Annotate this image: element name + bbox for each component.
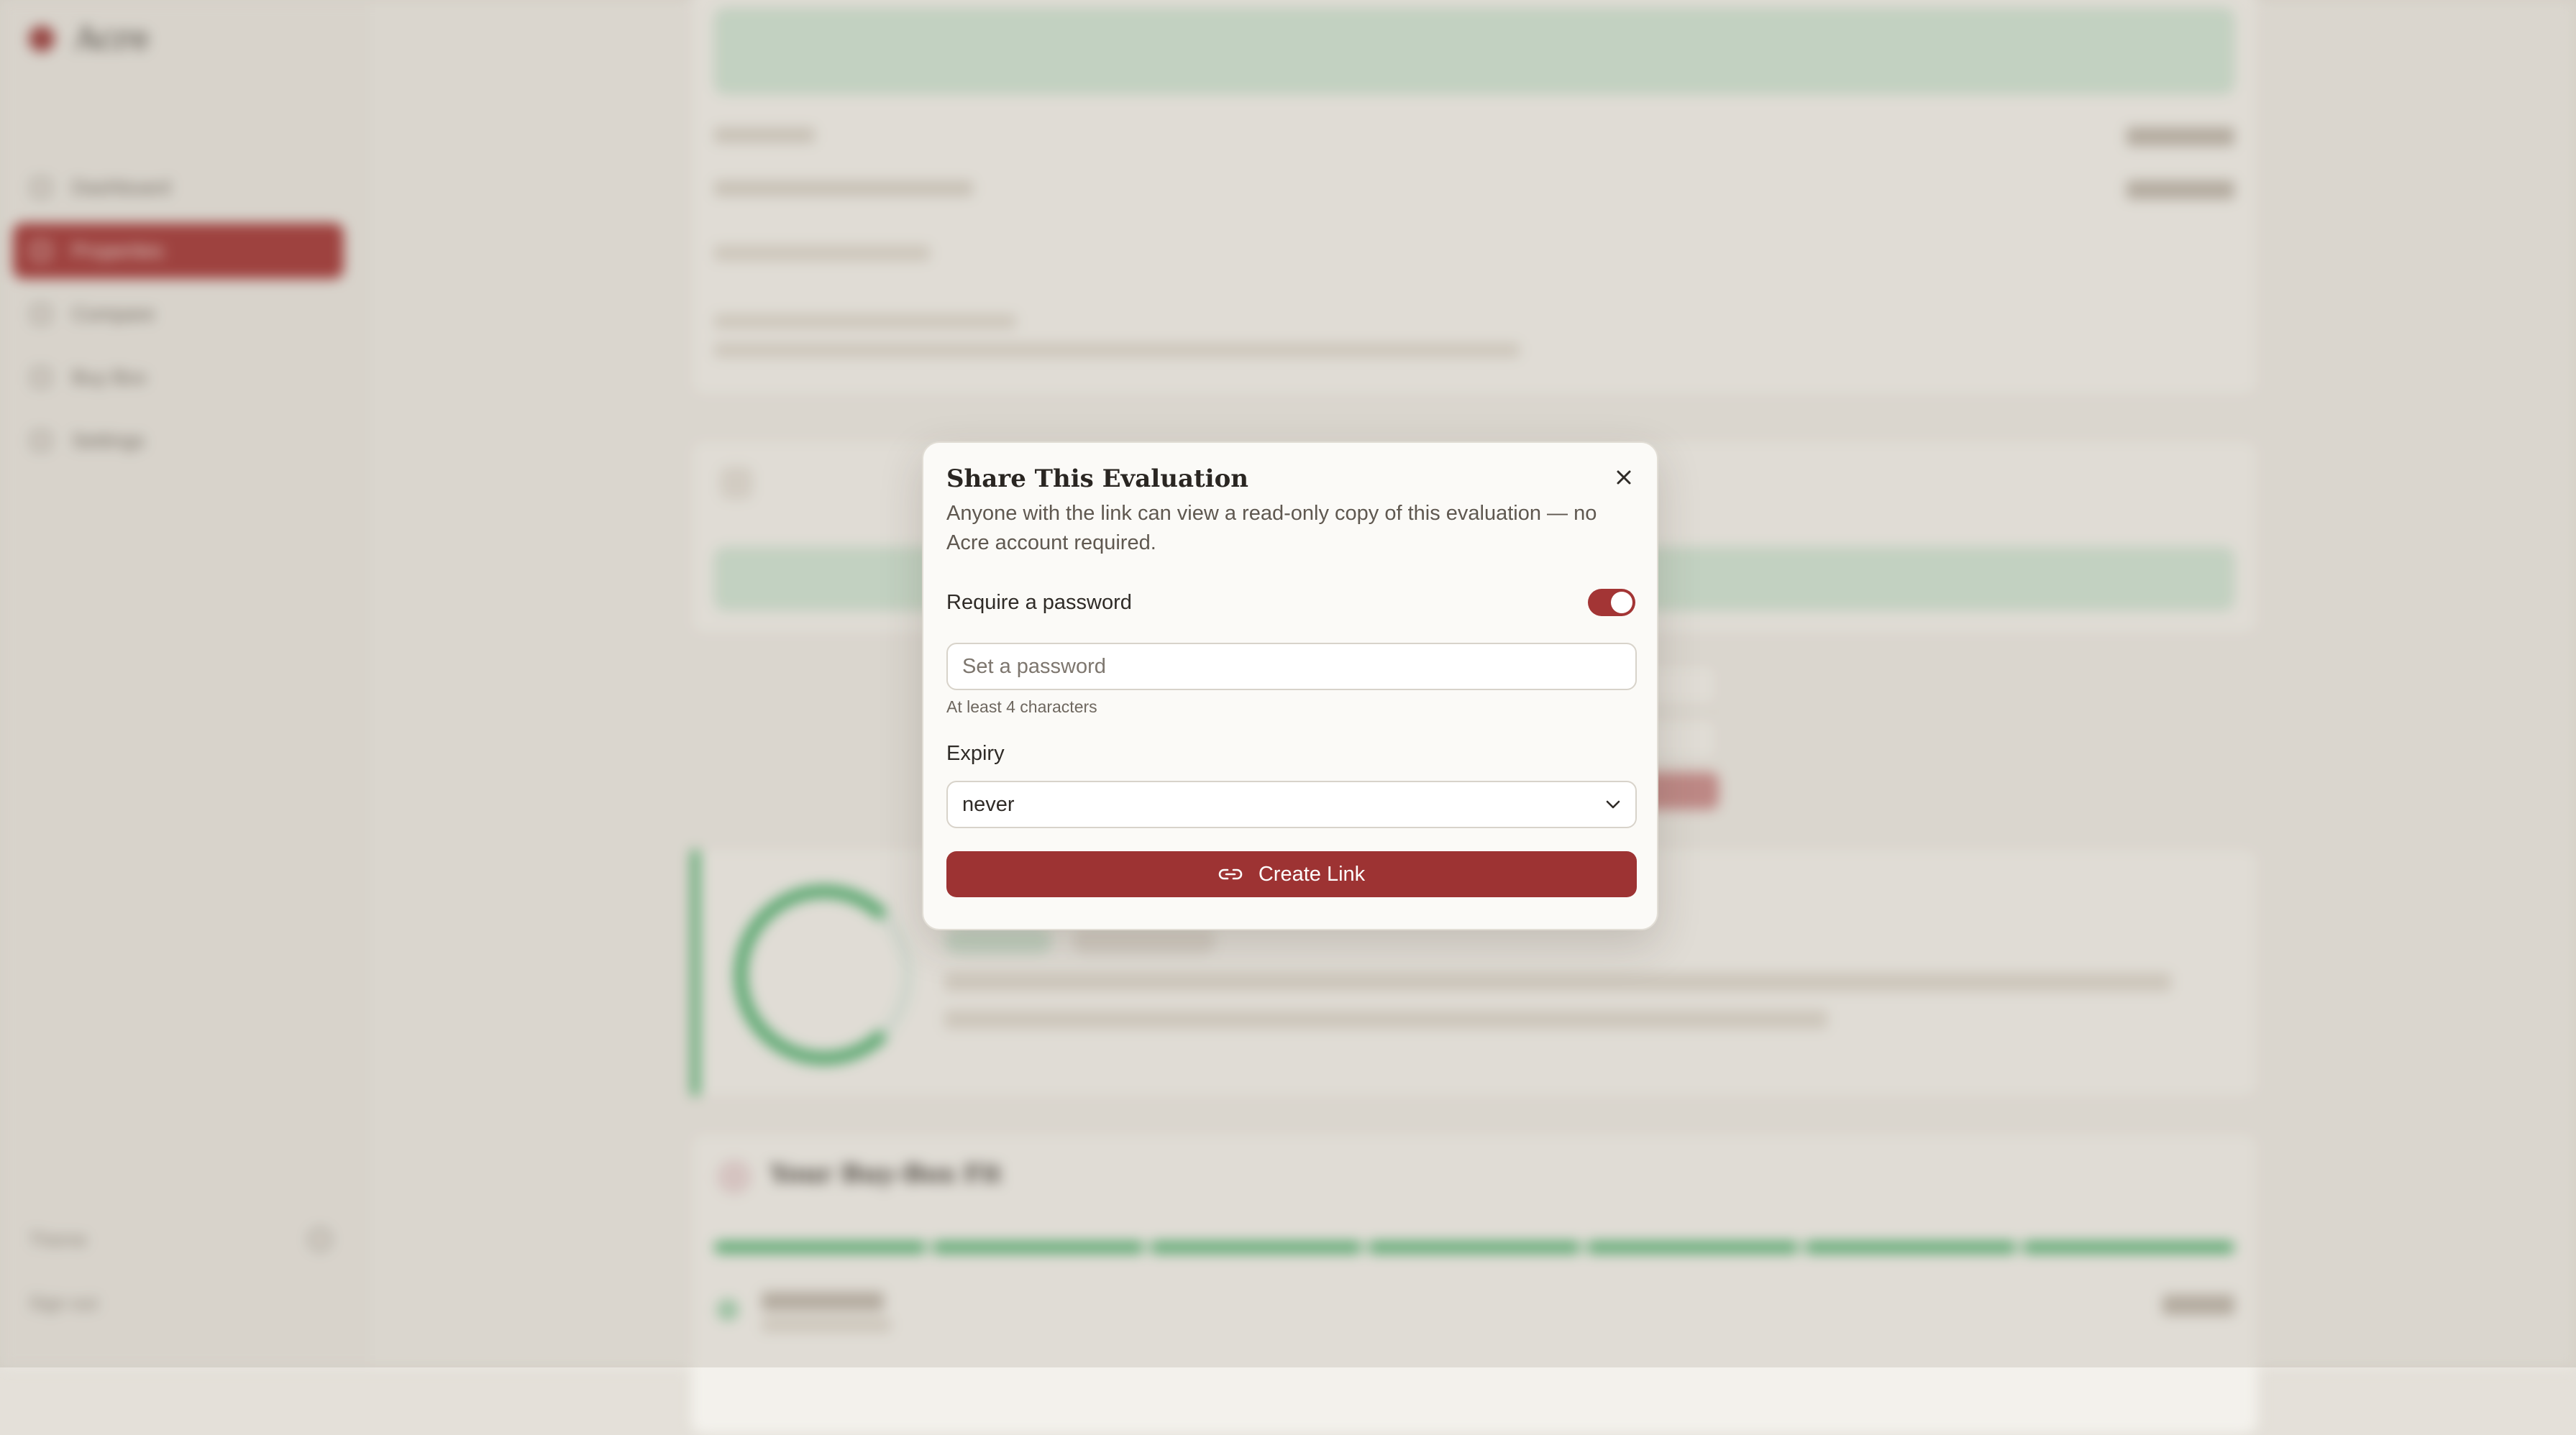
link-icon (1218, 868, 1243, 880)
password-toggle-row: Require a password (946, 584, 1635, 621)
modal-description: Anyone with the link can view a read-onl… (946, 502, 1597, 554)
toggle-knob (1611, 592, 1632, 613)
password-toggle[interactable] (1588, 589, 1635, 616)
close-button[interactable] (1607, 460, 1641, 495)
create-link-button[interactable]: Create Link (946, 851, 1637, 897)
chevron-down-icon (1606, 800, 1620, 809)
password-hint: At least 4 characters (946, 697, 1097, 716)
password-toggle-label: Require a password (946, 590, 1132, 614)
modal-title: Share This Evaluation (946, 464, 1248, 493)
expiry-label: Expiry (946, 742, 1005, 765)
close-icon (1617, 470, 1631, 485)
expiry-select-value: never (962, 792, 1015, 816)
share-evaluation-modal: Share This Evaluation Anyone with the li… (922, 441, 1658, 930)
password-input[interactable] (946, 643, 1637, 690)
create-link-label: Create Link (1258, 862, 1366, 886)
expiry-select[interactable]: never (946, 781, 1637, 828)
